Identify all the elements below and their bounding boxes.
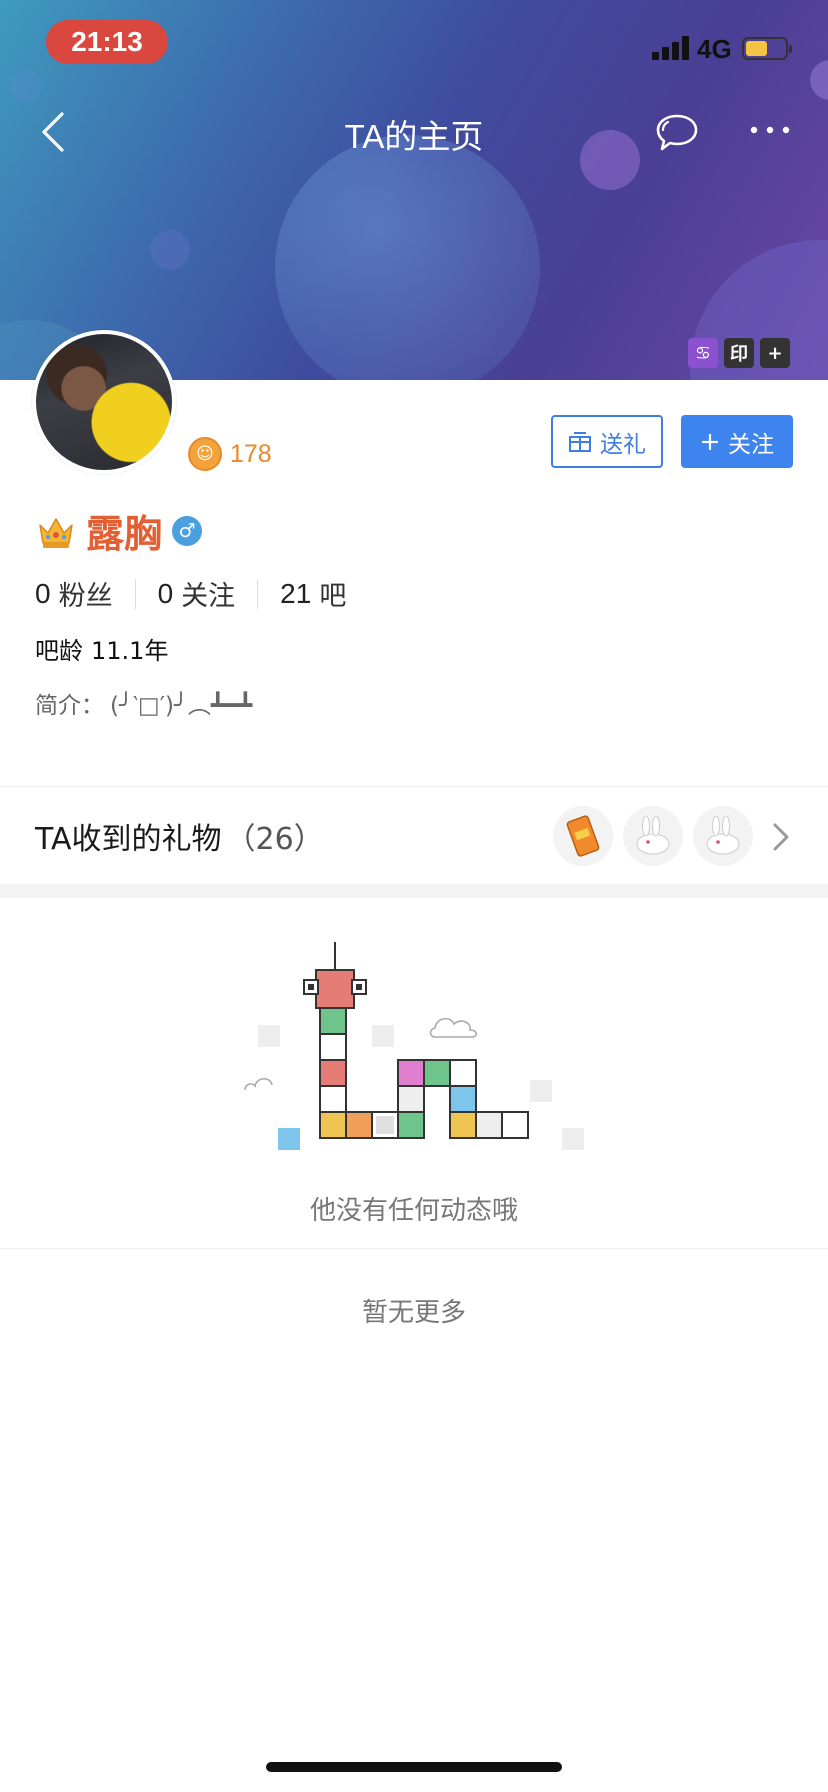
banner-tag-bar: ♋ 印 + bbox=[688, 338, 790, 370]
empty-state-illustration bbox=[244, 942, 584, 1150]
bio: 简介： (╯‵□′)╯︵┻━┻ bbox=[35, 686, 252, 720]
stat-divider bbox=[134, 578, 136, 609]
follow-label: 关注 bbox=[728, 431, 774, 458]
bars-stat[interactable]: 21 吧 bbox=[280, 574, 346, 613]
banner-bubble bbox=[810, 60, 828, 100]
avatar[interactable] bbox=[32, 330, 176, 474]
more-button[interactable] bbox=[748, 118, 792, 142]
send-gift-label: 送礼 bbox=[600, 431, 646, 458]
gifts-title: TA收到的礼物 （26） bbox=[35, 814, 324, 858]
empty-state-message: 他没有任何动态哦 bbox=[309, 1196, 518, 1226]
more-dots-icon bbox=[750, 126, 790, 134]
level-face-icon: ☺ bbox=[188, 437, 222, 471]
banner-bubble bbox=[10, 70, 42, 102]
cancer-zodiac-icon[interactable]: ♋ bbox=[688, 338, 718, 368]
send-gift-button[interactable]: 送礼 bbox=[551, 415, 663, 468]
gift-thumbnail[interactable] bbox=[693, 806, 753, 866]
stat-divider bbox=[257, 578, 259, 609]
bar-age-label: 吧龄 bbox=[35, 637, 83, 665]
bar-age: 吧龄 11.1年 bbox=[35, 631, 168, 666]
section-divider bbox=[0, 1248, 828, 1249]
bar-age-value: 11.1年 bbox=[91, 637, 169, 665]
chevron-right-icon[interactable] bbox=[770, 820, 792, 854]
seal-tag[interactable]: 印 bbox=[724, 338, 754, 368]
no-more-label: 暂无更多 bbox=[361, 1298, 466, 1328]
page-title: TA的主页 bbox=[344, 118, 484, 155]
username: 露胸 bbox=[86, 512, 163, 556]
status-time: 21:13 bbox=[46, 20, 168, 64]
banner-bubble bbox=[150, 230, 190, 270]
home-indicator[interactable] bbox=[266, 1762, 562, 1772]
stats-row: 0 粉丝 0 关注 21 吧 bbox=[35, 574, 346, 613]
level-number: 178 bbox=[230, 439, 272, 468]
network-type: 4G bbox=[697, 34, 732, 64]
follow-button[interactable]: 关注 bbox=[681, 415, 793, 468]
fans-stat[interactable]: 0 粉丝 bbox=[35, 574, 113, 613]
bio-label: 简介： bbox=[35, 693, 104, 719]
rabbit-icon bbox=[636, 816, 670, 855]
username-row: 露胸 ♂ bbox=[36, 503, 203, 558]
chat-bubble-icon bbox=[656, 114, 698, 151]
crown-icon bbox=[39, 517, 73, 548]
gift-thumbnail[interactable] bbox=[553, 806, 613, 866]
banner-bubble bbox=[275, 135, 540, 380]
section-divider bbox=[0, 884, 828, 898]
gift-icon bbox=[569, 431, 591, 452]
cellular-signal-icon bbox=[652, 36, 690, 60]
following-stat[interactable]: 0 关注 bbox=[158, 574, 236, 613]
chat-button[interactable] bbox=[654, 110, 700, 156]
gift-thumbnail[interactable] bbox=[623, 806, 683, 866]
bio-value: (╯‵□′)╯︵┻━┻ bbox=[110, 693, 253, 719]
add-tag-button[interactable]: + bbox=[760, 338, 790, 368]
plus-icon bbox=[702, 433, 718, 450]
rabbit-icon bbox=[706, 816, 740, 855]
gifts-count: （26） bbox=[225, 822, 324, 857]
male-gender-icon: ♂ bbox=[172, 515, 203, 546]
level-badge: ☺ 178 bbox=[188, 437, 272, 471]
gift-card-icon bbox=[566, 815, 600, 857]
battery-icon bbox=[742, 37, 792, 60]
